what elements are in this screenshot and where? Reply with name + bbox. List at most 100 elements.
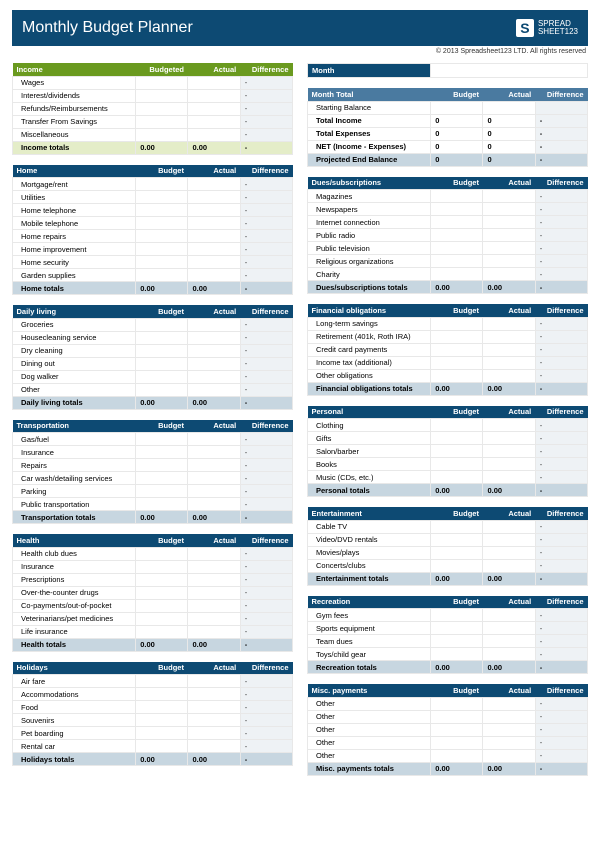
cell-actual[interactable]: [188, 688, 240, 701]
cell-budget[interactable]: [431, 445, 483, 458]
cell-actual[interactable]: [483, 533, 535, 546]
cell-actual[interactable]: [483, 559, 535, 572]
cell-budget[interactable]: [136, 178, 188, 191]
cell-actual[interactable]: [188, 383, 240, 396]
month-input[interactable]: [431, 64, 588, 78]
cell-actual[interactable]: [483, 203, 535, 216]
cell-actual[interactable]: [483, 432, 535, 445]
cell-budget[interactable]: [136, 89, 188, 102]
cell-actual[interactable]: [483, 445, 535, 458]
cell-budget[interactable]: [136, 714, 188, 727]
cell-actual[interactable]: [188, 485, 240, 498]
cell-budget[interactable]: [136, 318, 188, 331]
cell-actual[interactable]: [188, 76, 240, 89]
cell-actual[interactable]: [483, 723, 535, 736]
cell-budget[interactable]: [136, 344, 188, 357]
cell-actual[interactable]: [188, 560, 240, 573]
cell-actual[interactable]: [483, 242, 535, 255]
cell-budget[interactable]: [431, 432, 483, 445]
cell-budget[interactable]: [136, 446, 188, 459]
cell-actual[interactable]: [483, 520, 535, 533]
cell-budget[interactable]: [136, 102, 188, 115]
cell-budget[interactable]: [431, 546, 483, 559]
cell-budget[interactable]: [136, 612, 188, 625]
cell-budget[interactable]: [136, 256, 188, 269]
cell-budget[interactable]: [431, 369, 483, 382]
cell-budget[interactable]: [431, 356, 483, 369]
cell-budget[interactable]: [136, 547, 188, 560]
cell-budget[interactable]: [136, 701, 188, 714]
cell-budget[interactable]: [136, 485, 188, 498]
cell-budget[interactable]: [431, 648, 483, 661]
cell-actual[interactable]: [483, 635, 535, 648]
cell-budget[interactable]: [136, 675, 188, 688]
cell-budget[interactable]: [136, 204, 188, 217]
cell-budget[interactable]: [431, 419, 483, 432]
cell-actual[interactable]: [483, 546, 535, 559]
cell-actual[interactable]: [483, 697, 535, 710]
cell-budget[interactable]: [431, 622, 483, 635]
cell-actual[interactable]: [188, 178, 240, 191]
cell-budget[interactable]: [431, 268, 483, 281]
cell-actual[interactable]: [483, 255, 535, 268]
cell-budget[interactable]: [136, 740, 188, 753]
cell-actual[interactable]: [188, 675, 240, 688]
cell-actual[interactable]: [188, 573, 240, 586]
cell-actual[interactable]: [483, 317, 535, 330]
cell-actual[interactable]: [188, 102, 240, 115]
cell-actual[interactable]: [483, 419, 535, 432]
cell-budget[interactable]: [136, 459, 188, 472]
cell-actual[interactable]: [188, 357, 240, 370]
cell-budget[interactable]: [136, 115, 188, 128]
cell-actual[interactable]: [188, 89, 240, 102]
cell-actual[interactable]: [483, 343, 535, 356]
cell-actual[interactable]: [188, 256, 240, 269]
cell-budget[interactable]: [431, 242, 483, 255]
cell-budget[interactable]: [136, 76, 188, 89]
cell-actual[interactable]: [188, 344, 240, 357]
cell-budget[interactable]: [431, 697, 483, 710]
cell-budget[interactable]: [431, 229, 483, 242]
cell-budget[interactable]: [136, 586, 188, 599]
cell-budget[interactable]: [136, 688, 188, 701]
cell-actual[interactable]: [483, 190, 535, 203]
cell-actual[interactable]: [188, 128, 240, 141]
cell-budget[interactable]: [136, 560, 188, 573]
cell-actual[interactable]: [188, 204, 240, 217]
cell-actual[interactable]: [188, 370, 240, 383]
cell-actual[interactable]: [188, 727, 240, 740]
cell-budget[interactable]: [431, 471, 483, 484]
cell-budget[interactable]: [431, 203, 483, 216]
cell-budget[interactable]: [136, 370, 188, 383]
cell-actual[interactable]: [188, 740, 240, 753]
cell-actual[interactable]: [483, 471, 535, 484]
cell-actual[interactable]: [188, 586, 240, 599]
cell-actual[interactable]: [188, 115, 240, 128]
cell-actual[interactable]: [188, 547, 240, 560]
cell-actual[interactable]: [188, 269, 240, 282]
cell-budget[interactable]: [136, 625, 188, 638]
cell-budget[interactable]: [136, 357, 188, 370]
cell-actual[interactable]: [188, 625, 240, 638]
cell-budget[interactable]: [431, 723, 483, 736]
cell-actual[interactable]: [188, 230, 240, 243]
cell-budget[interactable]: [431, 330, 483, 343]
cell-actual[interactable]: [188, 459, 240, 472]
cell-budget[interactable]: [431, 710, 483, 723]
cell-actual[interactable]: [483, 330, 535, 343]
cell-actual[interactable]: [483, 622, 535, 635]
cell-actual[interactable]: [188, 217, 240, 230]
cell-actual[interactable]: [483, 268, 535, 281]
cell-actual[interactable]: [188, 498, 240, 511]
cell-budget[interactable]: [136, 191, 188, 204]
cell-actual[interactable]: [188, 612, 240, 625]
cell-budget[interactable]: [136, 128, 188, 141]
cell-budget[interactable]: [431, 190, 483, 203]
cell-budget[interactable]: [136, 243, 188, 256]
cell-budget[interactable]: [431, 749, 483, 762]
cell-budget[interactable]: [136, 383, 188, 396]
cell-actual[interactable]: [188, 701, 240, 714]
cell-actual[interactable]: [188, 446, 240, 459]
cell-actual[interactable]: [483, 369, 535, 382]
cell-budget[interactable]: [431, 255, 483, 268]
